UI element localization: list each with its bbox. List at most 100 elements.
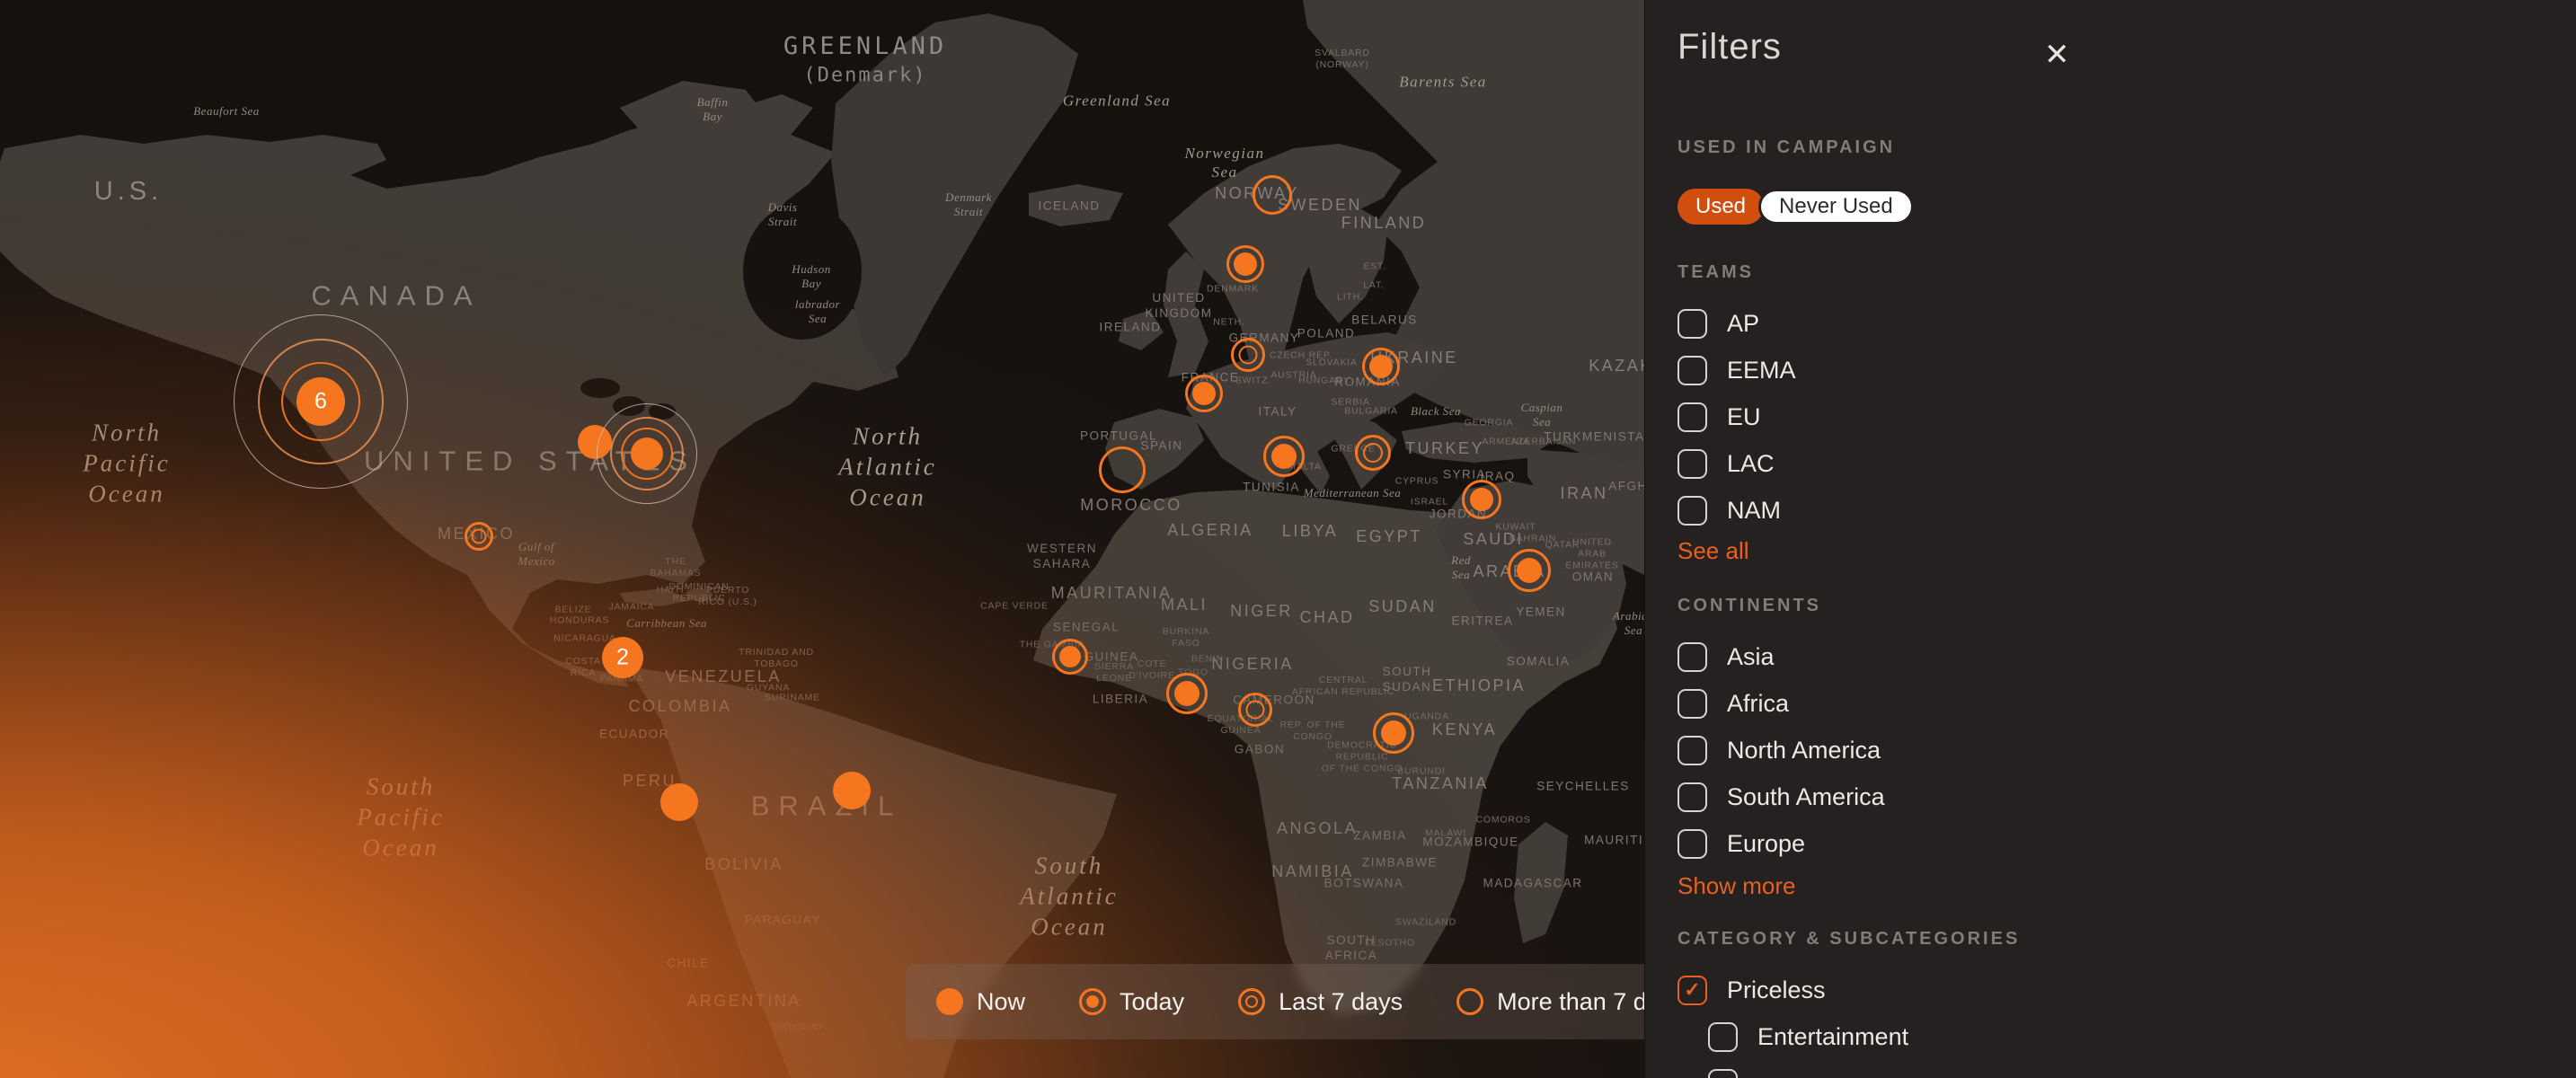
marker-dot [1192, 382, 1216, 405]
marker-dot [1517, 558, 1542, 583]
checkbox-label: NAM [1727, 497, 1781, 525]
checkbox-row-priceless[interactable]: ✓ Priceless [1677, 967, 2540, 1013]
world-map[interactable]: North Pacific OceanSouth Pacific OceanNo… [0, 0, 1644, 1078]
marker-dot [1470, 488, 1493, 511]
close-icon[interactable]: ✕ [2040, 36, 2074, 74]
checkbox-row-south-america[interactable]: South America [1677, 773, 2540, 820]
checkbox-row-lac[interactable]: LAC [1677, 440, 2540, 487]
checkbox[interactable] [1708, 1022, 1738, 1052]
marker-dot [1381, 720, 1406, 746]
pill-never-used[interactable]: Never Used [1758, 189, 1914, 225]
marker-core [1263, 436, 1305, 477]
checkbox-row-eema[interactable]: EEMA [1677, 347, 2540, 393]
checkbox[interactable] [1677, 402, 1707, 432]
marker-dot [1234, 252, 1257, 276]
legend-more7-icon [1456, 988, 1483, 1015]
map-legend: Now Today Last 7 days More than 7 days ago [906, 964, 1644, 1039]
legend-label: More than 7 days ago [1497, 988, 1644, 1016]
marker-core [1508, 549, 1551, 592]
checkbox-row-nam[interactable]: NAM [1677, 487, 2540, 534]
marker-core [1226, 245, 1264, 283]
legend-item-more7: More than 7 days ago [1456, 988, 1644, 1016]
checkbox-label: AP [1727, 310, 1759, 338]
checkbox-label: EU [1727, 403, 1761, 431]
checkbox-row-asia[interactable]: Asia [1677, 633, 2540, 680]
section-label-category: CATEGORY & SUBCATEGORIES [1677, 929, 2020, 950]
marker-inner-ring [1246, 701, 1265, 720]
checkbox[interactable] [1677, 782, 1707, 812]
legend-label: Today [1120, 988, 1184, 1016]
map-markers: 62 [0, 0, 1644, 1078]
legend-last7-icon [1238, 988, 1265, 1015]
marker-count: 2 [616, 645, 629, 671]
marker-core [833, 772, 871, 809]
checkbox-label: Priceless [1727, 976, 1826, 1004]
checkbox[interactable] [1677, 449, 1707, 479]
marker-count: 6 [314, 389, 327, 415]
checkbox-row-entertainment[interactable]: Entertainment [1708, 1013, 2540, 1060]
marker-dot [1369, 355, 1393, 378]
see-all-link[interactable]: See all [1677, 537, 1749, 565]
marker-core [1166, 673, 1208, 714]
checkbox-label: Asia [1727, 643, 1775, 671]
legend-item-today: Today [1079, 988, 1184, 1016]
checkbox-label: Entertainment [1757, 1023, 1908, 1051]
marker-core: 6 [297, 377, 345, 426]
checkbox-row-north-america[interactable]: North America [1677, 727, 2540, 773]
category-list: ✓ Priceless Entertainment [1677, 967, 2540, 1078]
continents-list: Asia Africa North America South America Euro… [1677, 633, 2540, 867]
checkbox[interactable] [1677, 829, 1707, 859]
legend-item-now: Now [936, 988, 1025, 1016]
legend-today-icon [1079, 988, 1106, 1015]
checkbox[interactable] [1677, 736, 1707, 765]
checkbox-row-europe[interactable]: Europe [1677, 820, 2540, 867]
marker-inner-ring [1239, 346, 1258, 365]
marker-inner-ring [472, 529, 487, 544]
checkbox-label: EEMA [1727, 357, 1796, 384]
checkbox-label: LAC [1727, 450, 1775, 478]
pill-used[interactable]: Used [1677, 189, 1764, 225]
section-label-continents: CONTINENTS [1677, 596, 1821, 616]
marker-core [1355, 435, 1391, 471]
checkbox-label: South America [1727, 783, 1885, 811]
marker-core [465, 522, 493, 551]
marker-core: 2 [602, 637, 643, 678]
section-label-teams: TEAMS [1677, 262, 1754, 283]
marker-core [631, 437, 663, 470]
marker-inner-ring [1363, 443, 1383, 463]
marker-core [1373, 712, 1414, 754]
checkbox-label: Europe [1727, 830, 1805, 858]
legend-items: Now Today Last 7 days More than 7 days ago [936, 988, 1644, 1016]
legend-now-icon [936, 988, 963, 1015]
checkbox-label: North America [1727, 737, 1881, 764]
marker-core [1238, 693, 1272, 727]
panel-title: Filters [1677, 27, 1782, 67]
section-label-used-in-campaign: USED IN CAMPAIGN [1677, 137, 1895, 158]
app: North Pacific OceanSouth Pacific OceanNo… [0, 0, 2576, 1078]
checkbox[interactable] [1677, 689, 1707, 719]
checkbox[interactable] [1677, 309, 1707, 339]
checkbox-row-ap[interactable]: AP [1677, 300, 2540, 347]
checkbox-row-partial[interactable] [1708, 1060, 2540, 1078]
marker-dot [1059, 646, 1081, 667]
marker-core [1231, 338, 1265, 372]
marker-dot [1174, 681, 1199, 706]
show-more-link[interactable]: Show more [1677, 872, 1796, 900]
checkbox-label: Africa [1727, 690, 1789, 718]
checkbox[interactable] [1677, 642, 1707, 672]
checkbox-checked[interactable]: ✓ [1677, 976, 1707, 1005]
marker-core [1185, 375, 1223, 412]
checkbox[interactable] [1677, 496, 1707, 526]
marker-core [660, 783, 698, 821]
marker-core [1253, 175, 1292, 215]
marker-core [1099, 446, 1146, 493]
legend-label: Last 7 days [1279, 988, 1403, 1016]
checkbox[interactable] [1708, 1069, 1738, 1078]
used-in-campaign-options: UsedNever Used [1677, 189, 1914, 225]
checkbox-row-eu[interactable]: EU [1677, 393, 2540, 440]
checkbox[interactable] [1677, 356, 1707, 385]
filters-panel: Filters ✕ USED IN CAMPAIGN UsedNever Use… [1644, 0, 2576, 1078]
checkbox-row-africa[interactable]: Africa [1677, 680, 2540, 727]
marker-core [1362, 348, 1400, 385]
teams-list: AP EEMA EU LAC NAM [1677, 300, 2540, 534]
